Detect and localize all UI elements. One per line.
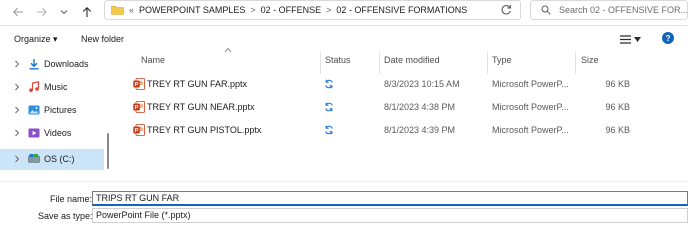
forward-arrow-icon bbox=[37, 7, 47, 17]
column-header-status[interactable]: Status bbox=[325, 55, 351, 69]
pictures-icon bbox=[28, 105, 40, 115]
back-button[interactable] bbox=[10, 4, 26, 20]
powerpoint-file-icon: P bbox=[133, 78, 145, 90]
file-type: Microsoft PowerP... bbox=[492, 79, 569, 89]
sync-icon bbox=[325, 125, 333, 135]
powerpoint-file-icon: P bbox=[133, 101, 145, 113]
navigation-pane: Downloads Music Pictures Videos OS (C:) bbox=[0, 50, 110, 175]
chevron-down-icon bbox=[60, 10, 68, 15]
up-button[interactable] bbox=[79, 4, 95, 20]
chevron-right-icon[interactable] bbox=[13, 60, 21, 68]
file-type: Microsoft PowerP... bbox=[492, 102, 569, 112]
column-divider[interactable] bbox=[379, 52, 380, 74]
new-folder-label: New folder bbox=[81, 34, 125, 44]
column-header-type[interactable]: Type bbox=[492, 55, 512, 69]
svg-text:P: P bbox=[135, 105, 139, 111]
download-arrow-icon bbox=[29, 59, 39, 70]
help-button[interactable]: ? bbox=[662, 32, 674, 44]
pane-resize-handle[interactable] bbox=[107, 133, 109, 169]
new-folder-button[interactable]: New folder bbox=[81, 34, 124, 44]
file-date-modified: 8/1/2023 4:38 PM bbox=[384, 102, 456, 112]
folder-icon bbox=[111, 5, 124, 15]
organize-label: Organize ▾ bbox=[14, 34, 58, 44]
file-name: TREY RT GUN FAR.pptx bbox=[147, 79, 248, 89]
nav-item-videos[interactable]: Videos bbox=[0, 123, 104, 144]
sort-ascending-icon bbox=[224, 47, 232, 53]
column-divider[interactable] bbox=[487, 52, 488, 74]
up-arrow-icon bbox=[82, 7, 92, 17]
file-name-input[interactable]: TRIPS RT GUN FAR bbox=[92, 191, 688, 206]
organize-button[interactable]: Organize ▾ bbox=[14, 34, 58, 45]
search-placeholder: Search 02 - OFFENSIVE FOR... bbox=[559, 5, 687, 15]
chevron-down-icon bbox=[634, 36, 641, 42]
recent-locations-button[interactable] bbox=[56, 4, 72, 20]
file-row[interactable]: P TREY RT GUN NEAR.pptx 8/1/2023 4:38 PM… bbox=[126, 97, 636, 117]
breadcrumb-powerpoint-samples[interactable]: POWERPOINT SAMPLES bbox=[139, 5, 245, 15]
view-options-button[interactable] bbox=[620, 33, 646, 45]
column-header-size[interactable]: Size bbox=[581, 55, 599, 69]
file-date-modified: 8/3/2023 10:15 AM bbox=[384, 79, 460, 89]
nav-label-videos: Videos bbox=[44, 128, 72, 138]
powerpoint-file-icon: P bbox=[133, 124, 145, 136]
list-view-icon bbox=[620, 34, 631, 44]
sync-icon bbox=[325, 79, 333, 89]
column-divider[interactable] bbox=[320, 52, 321, 74]
file-name-label: File name: bbox=[50, 194, 93, 204]
breadcrumb-separator[interactable]: > bbox=[326, 5, 331, 15]
file-row[interactable]: P TREY RT GUN FAR.pptx 8/3/2023 10:15 AM… bbox=[126, 74, 636, 94]
forward-button[interactable] bbox=[34, 4, 50, 20]
chevron-right-icon[interactable] bbox=[13, 129, 21, 137]
breadcrumb-offensive-formations[interactable]: 02 - OFFENSIVE FORMATIONS bbox=[336, 5, 467, 15]
column-divider[interactable] bbox=[575, 52, 576, 74]
nav-item-music[interactable]: Music bbox=[0, 77, 104, 98]
file-row[interactable]: P TREY RT GUN PISTOL.pptx 8/1/2023 4:39 … bbox=[126, 120, 636, 140]
music-note-icon bbox=[29, 81, 40, 92]
search-icon bbox=[541, 5, 551, 15]
svg-text:P: P bbox=[135, 82, 139, 88]
file-name: TREY RT GUN PISTOL.pptx bbox=[147, 125, 262, 135]
file-name: TREY RT GUN NEAR.pptx bbox=[147, 102, 255, 112]
drive-icon bbox=[28, 154, 40, 163]
nav-item-downloads[interactable]: Downloads bbox=[0, 54, 104, 75]
back-arrow-icon bbox=[13, 7, 23, 17]
search-box[interactable]: Search 02 - OFFENSIVE FOR... bbox=[530, 0, 688, 20]
file-size: 96 KB bbox=[605, 102, 630, 112]
nav-item-pictures[interactable]: Pictures bbox=[0, 100, 104, 121]
sync-icon bbox=[325, 102, 333, 112]
save-as-type-label: Save as type: bbox=[38, 211, 93, 221]
column-header-name[interactable]: Name bbox=[141, 55, 165, 69]
file-size: 96 KB bbox=[605, 125, 630, 135]
svg-text:P: P bbox=[135, 128, 139, 134]
address-bar[interactable]: « POWERPOINT SAMPLES > 02 - OFFENSE > 02… bbox=[104, 0, 521, 20]
videos-icon bbox=[28, 128, 40, 138]
file-date-modified: 8/1/2023 4:39 PM bbox=[384, 125, 456, 135]
nav-item-os-c[interactable]: OS (C:) bbox=[0, 149, 104, 170]
breadcrumb-overflow[interactable]: « bbox=[129, 5, 134, 15]
breadcrumb-separator[interactable]: > bbox=[250, 5, 255, 15]
nav-label-os-c: OS (C:) bbox=[44, 154, 75, 164]
save-as-type-select[interactable]: PowerPoint File (*.pptx) bbox=[92, 208, 688, 223]
nav-label-downloads: Downloads bbox=[44, 59, 89, 69]
nav-label-music: Music bbox=[44, 82, 68, 92]
file-size: 96 KB bbox=[605, 79, 630, 89]
column-header-date-modified[interactable]: Date modified bbox=[384, 55, 440, 69]
nav-label-pictures: Pictures bbox=[44, 105, 77, 115]
refresh-icon[interactable] bbox=[500, 4, 512, 16]
chevron-right-icon[interactable] bbox=[13, 83, 21, 91]
chevron-right-icon[interactable] bbox=[13, 155, 21, 163]
chevron-right-icon[interactable] bbox=[13, 106, 21, 114]
file-type: Microsoft PowerP... bbox=[492, 125, 569, 135]
breadcrumb-offense[interactable]: 02 - OFFENSE bbox=[261, 5, 322, 15]
